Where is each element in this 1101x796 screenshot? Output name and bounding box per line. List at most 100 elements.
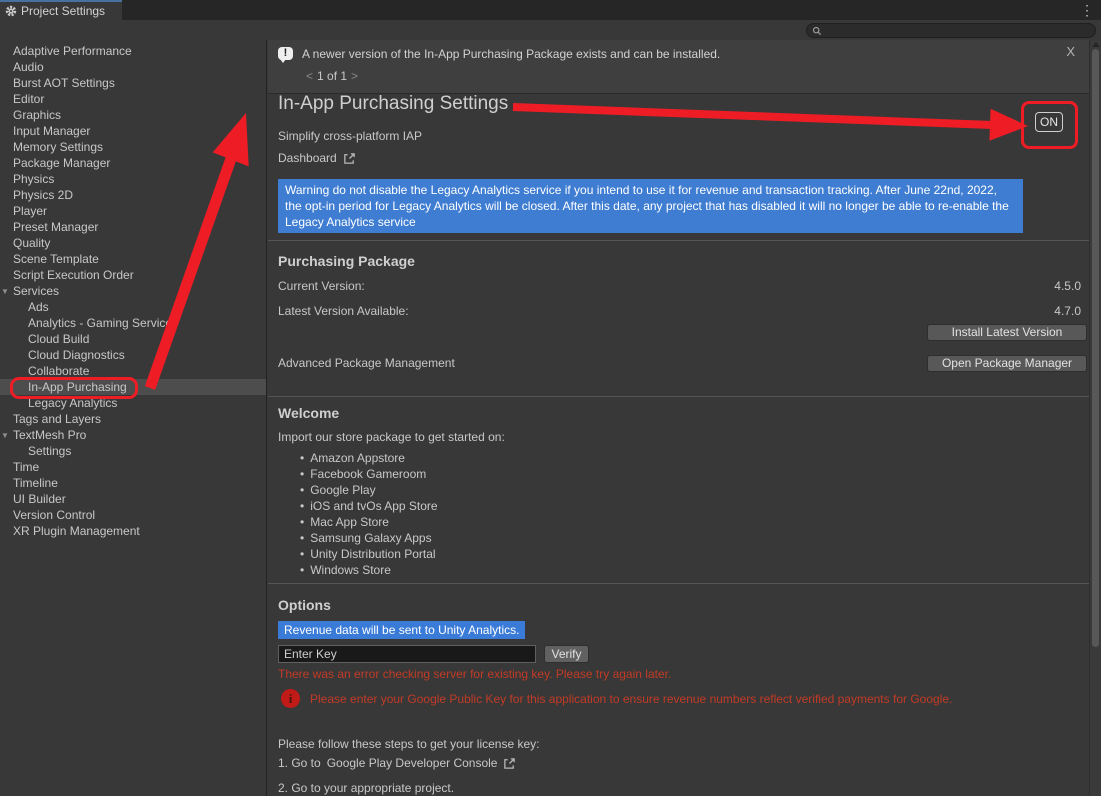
iap-toggle-on-button[interactable]: ON — [1035, 112, 1063, 132]
legacy-analytics-warning-box: Warning do not disable the Legacy Analyt… — [278, 179, 1023, 233]
sidebar-item-adaptive-performance[interactable]: Adaptive Performance — [0, 43, 266, 59]
google-play-console-link[interactable]: Google Play Developer Console — [327, 756, 498, 770]
pager-next-icon[interactable]: > — [347, 69, 362, 83]
sidebar-item-label: TextMesh Pro — [13, 428, 86, 442]
sidebar-item-collaborate[interactable]: Collaborate — [0, 363, 266, 379]
revenue-note-highlight: Revenue data will be sent to Unity Analy… — [278, 621, 525, 639]
notification-pager: <1 of 1> — [302, 69, 362, 83]
sidebar-item-graphics[interactable]: Graphics — [0, 107, 266, 123]
install-latest-version-button[interactable]: Install Latest Version — [927, 324, 1087, 341]
sidebar-item-burst-aot[interactable]: Burst AOT Settings — [0, 75, 266, 91]
steps-intro: Please follow these steps to get your li… — [278, 737, 539, 751]
sidebar-item-timeline[interactable]: Timeline — [0, 475, 266, 491]
title-bar: Project Settings ⋮ — [0, 0, 1101, 20]
sidebar-item-script-execution-order[interactable]: Script Execution Order — [0, 267, 266, 283]
foldout-triangle-icon[interactable]: ▼ — [1, 428, 9, 444]
sidebar-item-scene-template[interactable]: Scene Template — [0, 251, 266, 267]
section-divider — [268, 240, 1089, 241]
page-title: In-App Purchasing Settings — [278, 93, 508, 115]
update-notification-banner: ! A newer version of the In-App Purchasi… — [268, 40, 1089, 94]
sidebar-item-editor[interactable]: Editor — [0, 91, 266, 107]
current-version-value: 4.5.0 — [1054, 279, 1081, 293]
settings-sidebar: Adaptive Performance Audio Burst AOT Set… — [0, 40, 267, 796]
store-list: Amazon Appstore Facebook Gameroom Google… — [300, 450, 438, 578]
latest-version-value: 4.7.0 — [1054, 304, 1081, 318]
sidebar-item-tags-and-layers[interactable]: Tags and Layers — [0, 411, 266, 427]
subtitle: Simplify cross-platform IAP — [278, 129, 422, 143]
sidebar-item-ui-builder[interactable]: UI Builder — [0, 491, 266, 507]
step2-text: 2. Go to your appropriate project. — [278, 781, 454, 795]
search-box[interactable] — [806, 23, 1096, 38]
sidebar-item-label: Services — [13, 284, 59, 298]
sidebar-item-in-app-purchasing[interactable]: In-App Purchasing — [0, 379, 266, 395]
search-input[interactable] — [822, 25, 1095, 37]
sidebar-item-cloud-diagnostics[interactable]: Cloud Diagnostics — [0, 347, 266, 363]
notification-message: A newer version of the In-App Purchasing… — [302, 47, 720, 61]
list-item: Unity Distribution Portal — [300, 546, 438, 562]
welcome-heading: Welcome — [278, 405, 339, 421]
tab-project-settings[interactable]: Project Settings — [0, 0, 122, 20]
pager-prev-icon[interactable]: < — [302, 69, 317, 83]
scroll-up-icon[interactable] — [1092, 42, 1100, 47]
dashboard-link-label: Dashboard — [278, 151, 337, 165]
step1-prefix: 1. Go to — [278, 756, 321, 770]
sidebar-item-xr-plugin-management[interactable]: XR Plugin Management — [0, 523, 266, 539]
list-item: Amazon Appstore — [300, 450, 438, 466]
list-item: Samsung Galaxy Apps — [300, 530, 438, 546]
sidebar-item-preset-manager[interactable]: Preset Manager — [0, 219, 266, 235]
google-key-error-text: Please enter your Google Public Key for … — [310, 692, 952, 706]
options-heading: Options — [278, 597, 331, 613]
close-icon[interactable]: X — [1066, 44, 1075, 59]
verify-button[interactable]: Verify — [544, 645, 589, 663]
sidebar-item-package-manager[interactable]: Package Manager — [0, 155, 266, 171]
sidebar-list: Adaptive Performance Audio Burst AOT Set… — [0, 43, 266, 539]
vertical-scrollbar[interactable] — [1089, 40, 1101, 796]
sidebar-item-physics-2d[interactable]: Physics 2D — [0, 187, 266, 203]
step1-row: 1. Go to Google Play Developer Console — [278, 756, 516, 770]
error-info-icon: i — [281, 689, 300, 708]
latest-version-label: Latest Version Available: — [278, 304, 409, 318]
sidebar-item-physics[interactable]: Physics — [0, 171, 266, 187]
list-item: Facebook Gameroom — [300, 466, 438, 482]
sidebar-item-input-manager[interactable]: Input Manager — [0, 123, 266, 139]
list-item: Mac App Store — [300, 514, 438, 530]
list-item: Windows Store — [300, 562, 438, 578]
foldout-triangle-icon[interactable]: ▼ — [1, 284, 9, 300]
scrollbar-thumb[interactable] — [1092, 49, 1099, 647]
sidebar-item-time[interactable]: Time — [0, 459, 266, 475]
purchasing-package-heading: Purchasing Package — [278, 253, 415, 269]
sidebar-item-quality[interactable]: Quality — [0, 235, 266, 251]
list-item: Google Play — [300, 482, 438, 498]
search-icon — [812, 26, 822, 36]
annotation-arrow-on-button — [513, 107, 992, 125]
sidebar-item-tmp-settings[interactable]: Settings — [0, 443, 266, 459]
sidebar-item-textmesh-pro[interactable]: ▼ TextMesh Pro — [0, 427, 266, 443]
open-package-manager-button[interactable]: Open Package Manager — [927, 355, 1087, 372]
section-divider — [268, 583, 1089, 584]
sidebar-item-audio[interactable]: Audio — [0, 59, 266, 75]
list-item: iOS and tvOs App Store — [300, 498, 438, 514]
kebab-menu-icon[interactable]: ⋮ — [1080, 1, 1094, 19]
external-link-icon — [343, 152, 356, 165]
advanced-package-management-label: Advanced Package Management — [278, 356, 455, 370]
sidebar-item-cloud-build[interactable]: Cloud Build — [0, 331, 266, 347]
annotation-arrowhead-on-button — [989, 109, 1028, 141]
sidebar-item-version-control[interactable]: Version Control — [0, 507, 266, 523]
sidebar-item-legacy-analytics[interactable]: Legacy Analytics — [0, 395, 266, 411]
tab-title: Project Settings — [21, 4, 105, 18]
sidebar-item-player[interactable]: Player — [0, 203, 266, 219]
section-divider — [268, 396, 1089, 397]
pager-count: 1 of 1 — [317, 69, 347, 83]
welcome-intro: Import our store package to get started … — [278, 430, 505, 444]
project-settings-window: Project Settings ⋮ Adaptive Performance … — [0, 0, 1101, 796]
console-warning-icon: ! — [278, 47, 293, 60]
sidebar-item-services[interactable]: ▼ Services — [0, 283, 266, 299]
sidebar-item-ads[interactable]: Ads — [0, 299, 266, 315]
dashboard-link[interactable]: Dashboard — [278, 151, 356, 165]
sidebar-item-memory-settings[interactable]: Memory Settings — [0, 139, 266, 155]
sidebar-item-analytics-gaming-services[interactable]: Analytics - Gaming Services — [0, 315, 266, 331]
current-version-label: Current Version: — [278, 279, 365, 293]
external-link-icon — [503, 757, 516, 770]
google-key-input[interactable] — [278, 645, 536, 663]
gear-icon — [5, 5, 17, 17]
